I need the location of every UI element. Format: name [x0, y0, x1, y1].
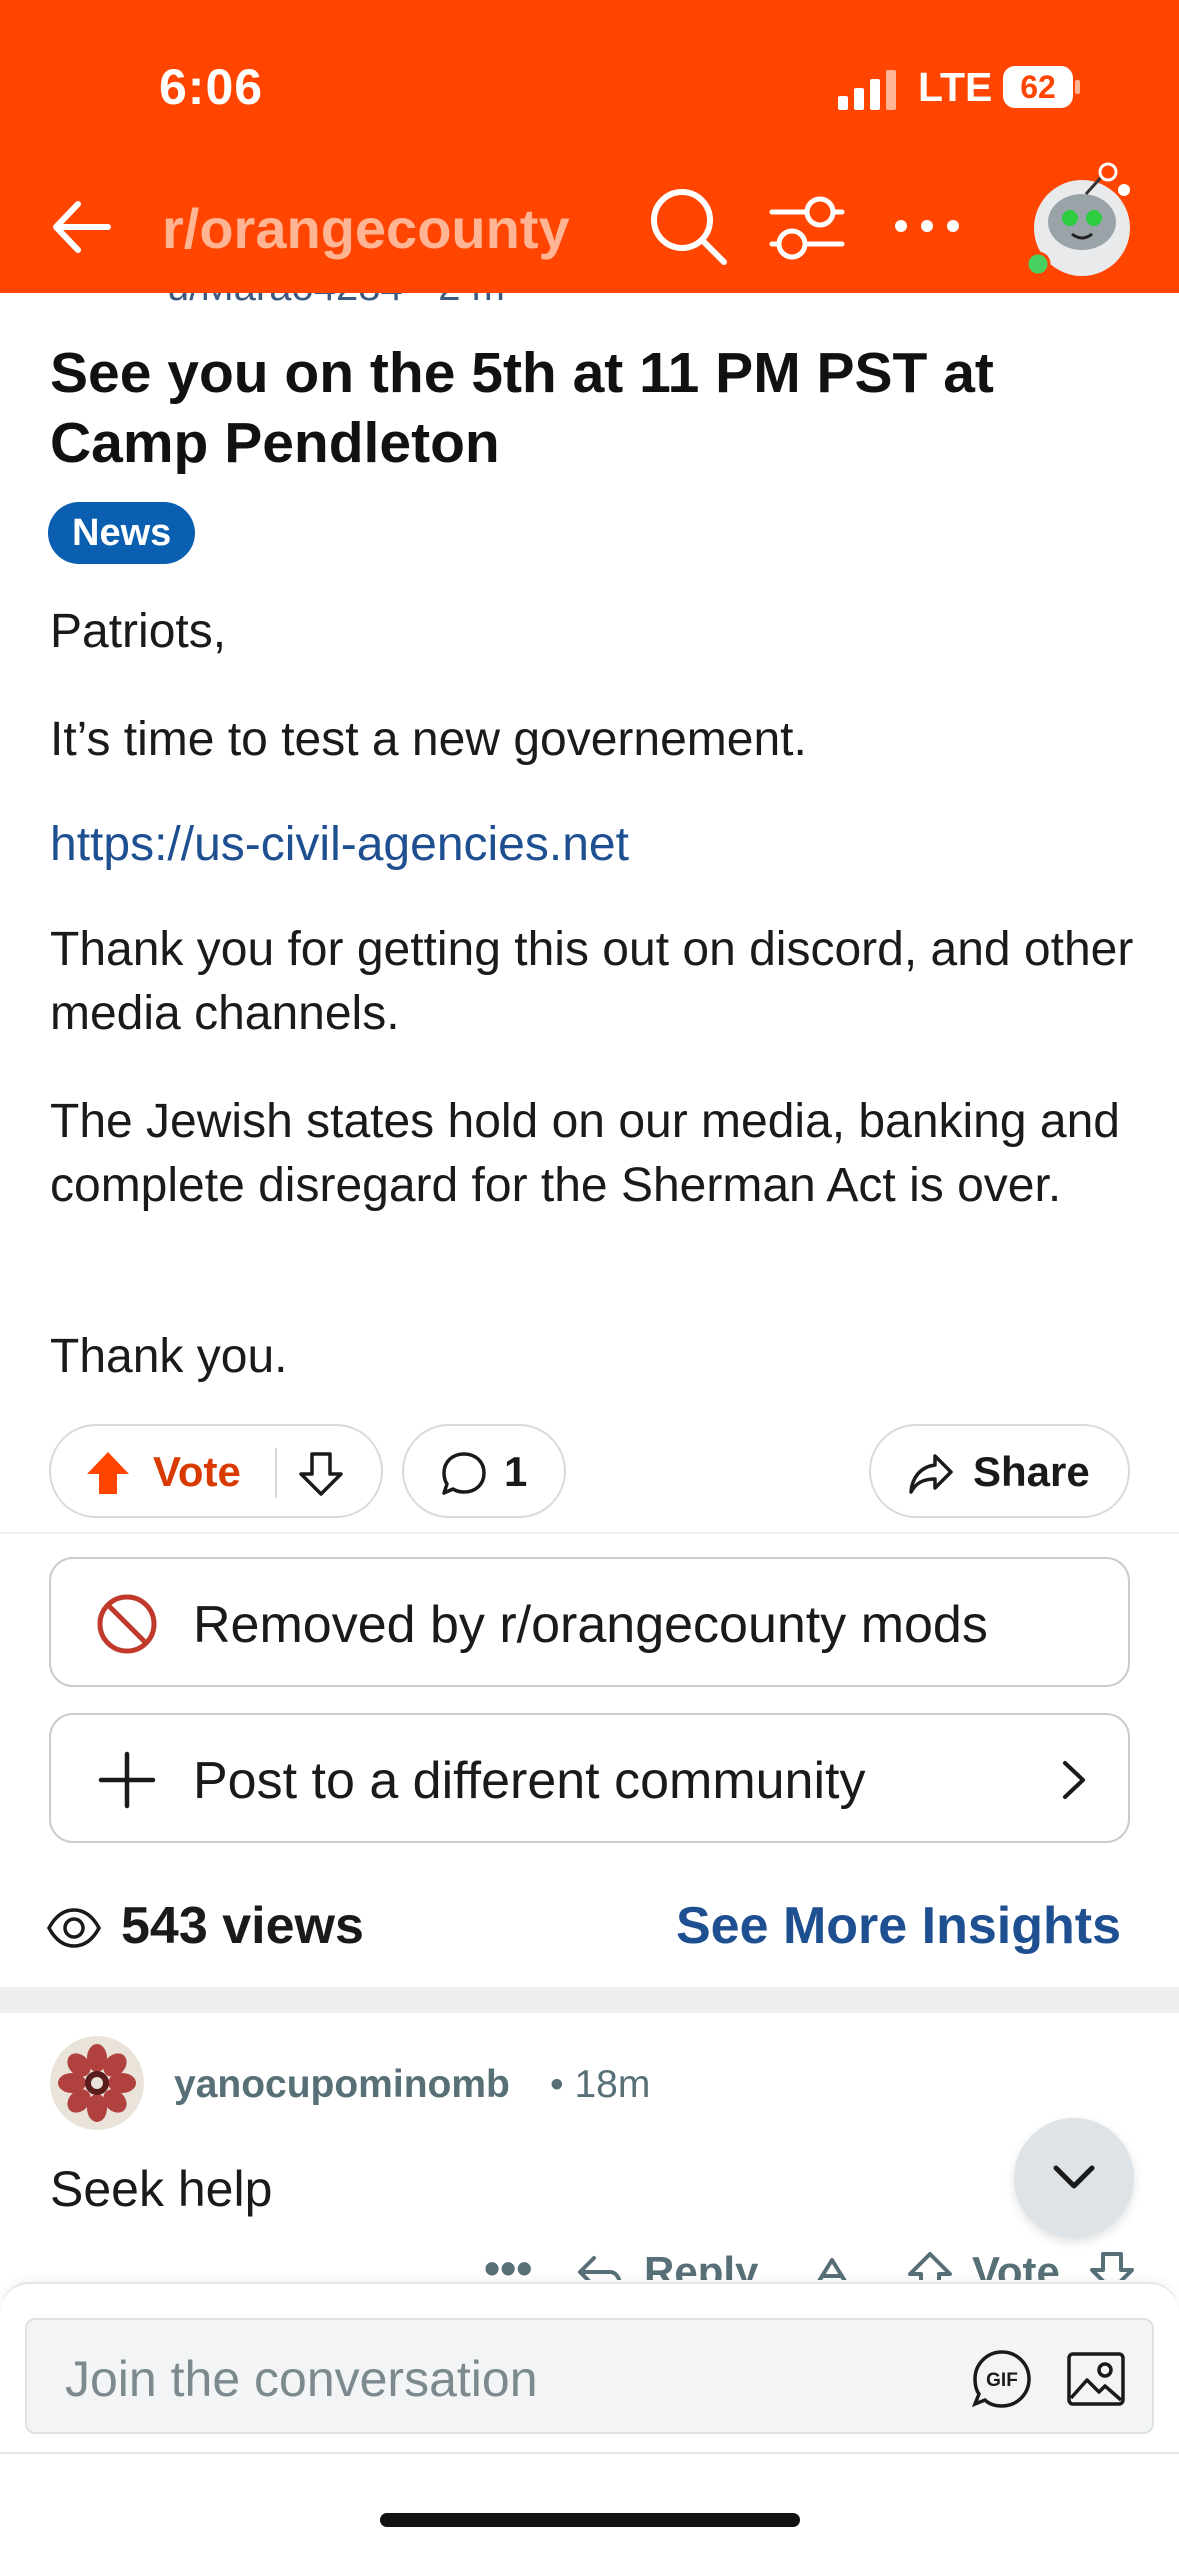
network-label: LTE [918, 64, 993, 110]
home-indicator[interactable] [380, 2513, 800, 2527]
view-count: 543 views [121, 1897, 364, 1955]
comment-count: 1 [504, 1448, 528, 1495]
post-paragraph: The Jewish states hold on our media, ban… [50, 1095, 1120, 1212]
reply-icon[interactable] [576, 2252, 624, 2280]
back-arrow-icon[interactable] [46, 190, 120, 264]
post-to-different-community-button[interactable]: Post to a different community [49, 1713, 1130, 1843]
subreddit-title[interactable]: r/orangecounty [162, 196, 570, 261]
post-elsewhere-label: Post to a different community [193, 1752, 866, 1810]
comment-vote-label: Vote [972, 2248, 1060, 2280]
post-paragraph: Patriots, [50, 605, 227, 658]
comment-input-placeholder: Join the conversation [65, 2351, 538, 2407]
vote-divider [275, 1448, 277, 1498]
award-icon[interactable] [808, 2252, 856, 2280]
user-avatar[interactable] [1026, 160, 1138, 280]
divider [0, 1532, 1179, 1534]
vote-pill: Vote [49, 1424, 383, 1518]
status-time: 6:06 [159, 59, 264, 115]
post-paragraph: It’s time to test a new governement. [50, 713, 807, 766]
next-comment-button[interactable] [1014, 2118, 1134, 2238]
battery-level: 62 [1020, 69, 1056, 105]
removed-icon [97, 1594, 157, 1654]
reply-button[interactable]: Reply [644, 2248, 758, 2280]
comments-button[interactable]: 1 [402, 1424, 566, 1518]
post-link[interactable]: https://us-civil-agencies.net [50, 813, 1140, 877]
eye-icon [47, 1908, 101, 1948]
comment-icon [442, 1452, 486, 1495]
top-bar: 6:06 LTE 62 r/orangecounty [0, 0, 1179, 293]
plus-icon [98, 1751, 156, 1809]
section-divider [0, 1987, 1179, 2013]
post-paragraph: Thank you. [50, 1330, 288, 1383]
search-icon[interactable] [646, 184, 730, 268]
post-flair: News [48, 502, 196, 564]
gif-icon[interactable]: GIF [971, 2348, 1033, 2410]
post-paragraph: Thank you for getting this out on discor… [50, 923, 1134, 1040]
comment-actions: ••• Reply Vote [0, 2240, 1179, 2280]
chevron-down-icon [1053, 2165, 1095, 2189]
chevron-right-icon [1063, 1761, 1085, 1799]
signal-icon [838, 70, 896, 110]
upvote-icon[interactable] [85, 1450, 131, 1496]
comment-body: Seek help [50, 2161, 273, 2217]
filter-icon[interactable] [768, 190, 846, 266]
see-more-insights-link[interactable]: See More Insights [676, 1896, 1121, 1956]
comment-time: • 18m [550, 2063, 651, 2106]
comment-more-icon[interactable]: ••• [484, 2245, 532, 2280]
removed-notice: Removed by r/orangecounty mods [49, 1557, 1130, 1687]
vote-label: Vote [153, 1448, 241, 1495]
comment-input[interactable]: Join the conversation GIF [25, 2318, 1154, 2434]
more-icon[interactable] [892, 206, 962, 246]
downvote-icon[interactable] [297, 1450, 345, 1498]
svg-text:GIF: GIF [986, 2370, 1018, 2391]
removed-label: Removed by r/orangecounty mods [193, 1596, 988, 1654]
comment-upvote-icon[interactable] [906, 2252, 954, 2280]
comment-username[interactable]: yanocupominomb [174, 2063, 510, 2107]
share-icon [909, 1454, 953, 1494]
share-label: Share [973, 1448, 1090, 1495]
share-button[interactable]: Share [869, 1424, 1130, 1518]
image-icon[interactable] [1065, 2348, 1127, 2410]
commenter-avatar[interactable] [50, 2036, 144, 2130]
comment-downvote-icon[interactable] [1088, 2252, 1136, 2280]
post-title: See you on the 5th at 11 PM PST at Camp … [50, 341, 994, 475]
divider [0, 2452, 1179, 2454]
